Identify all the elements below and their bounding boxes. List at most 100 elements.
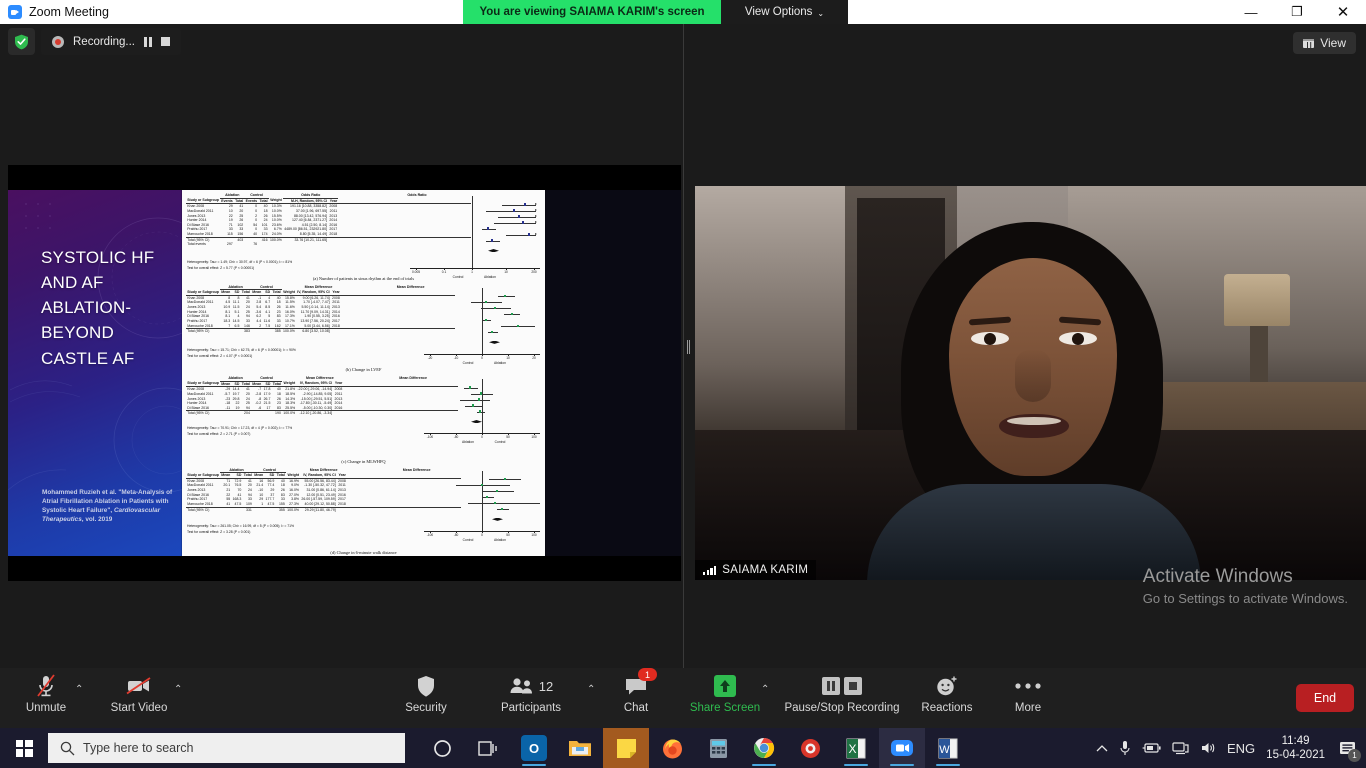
maximize-button[interactable]: ❐ [1274, 0, 1320, 24]
close-button[interactable]: ✕ [1320, 0, 1366, 24]
heterogeneity-text: Heterogeneity: Tau² = 1.49; Chi² = 30.97… [187, 260, 293, 264]
shield-check-icon[interactable] [8, 28, 35, 55]
title-bar-left: Zoom Meeting [0, 5, 109, 19]
word-icon[interactable]: W [925, 728, 971, 768]
shared-content-frame: SYSTOLIC HF AND AF ABLATION- BEYOND CAST… [8, 165, 681, 581]
minimize-button[interactable]: — [1228, 0, 1274, 24]
zoom-toolbar: Unmute ⌃ Start Video ⌃ Security 12 Parti… [0, 668, 1366, 728]
slide-title: SYSTOLIC HF AND AF ABLATION- BEYOND CAST… [41, 248, 155, 368]
share-screen-up-arrow-icon [714, 672, 736, 700]
search-icon [60, 741, 75, 755]
chrome-icon[interactable] [741, 728, 787, 768]
pause-recording-button[interactable] [144, 36, 153, 47]
overall-effect-text: Test for overall effect: Z = 2.71 (P = 0… [187, 432, 251, 436]
security-label: Security [405, 702, 447, 714]
chat-button[interactable]: 1 Chat [610, 668, 662, 724]
excel-icon[interactable]: X [833, 728, 879, 768]
chat-unread-badge: 1 [638, 668, 657, 681]
taskbar-pinned-apps: O X W [419, 728, 971, 768]
firefox-icon[interactable] [649, 728, 695, 768]
reactions-button[interactable]: Reactions [912, 672, 982, 724]
ellipsis-icon [1014, 672, 1042, 700]
microphone-muted-icon [36, 672, 56, 700]
view-options-label: View Options [744, 6, 813, 18]
system-tray: ENG 11:49 15-04-2021 1 [1096, 728, 1366, 768]
screen-share-banner: You are viewing SAIAMA KARIM's screen [463, 0, 721, 24]
language-indicator[interactable]: ENG [1227, 741, 1255, 756]
overall-effect-text: Test for overall effect: Z = 3.28 (P = 0… [187, 529, 251, 534]
chat-label: Chat [623, 702, 649, 714]
forest-plot-c-graph: -100 -50 0 50 100 Ablation Control [424, 379, 540, 459]
cortana-circle-icon[interactable] [419, 728, 465, 768]
heterogeneity-text: Heterogeneity: Tau² = 261.05; Chi² = 16.… [187, 523, 295, 528]
view-button[interactable]: View [1293, 32, 1356, 54]
gallery-view-icon [1303, 38, 1315, 48]
forest-plot-d: Ablation Control Mean Difference Mean Di… [182, 465, 545, 557]
citation-part-2: , vol. 2019 [81, 516, 113, 524]
recording-status-pill: Recording... [41, 28, 182, 55]
task-view-icon[interactable] [465, 728, 511, 768]
share-screen-button[interactable]: Share Screen [690, 672, 760, 724]
chat-bubble-icon: 1 [624, 668, 657, 700]
end-meeting-button[interactable]: End [1296, 684, 1354, 712]
share-options-chevron-icon[interactable]: ⌃ [761, 684, 769, 695]
calculator-icon[interactable] [695, 728, 741, 768]
overall-effect-text: Test for overall effect: Z = 5.77 (P < 0… [187, 266, 255, 270]
action-center-icon[interactable]: 1 [1336, 737, 1361, 762]
microphone-icon[interactable] [1119, 740, 1131, 756]
window-controls: — ❐ ✕ [1228, 0, 1366, 24]
reactions-label: Reactions [921, 702, 973, 714]
file-explorer-icon[interactable] [557, 728, 603, 768]
shield-icon [416, 672, 436, 700]
forest-plot-c: Ablation Control Mean Difference Mean Di… [182, 373, 545, 465]
start-video-button[interactable]: Start Video [108, 672, 170, 724]
show-hidden-icons-chevron[interactable] [1096, 744, 1108, 753]
table-total-row: Total (95% CI) 204 190 100.0% -12.10 [-20.86… [187, 411, 333, 416]
search-input[interactable]: Type here to search [48, 733, 405, 763]
heterogeneity-text: Heterogeneity: Tau² = 15.71; Chi² = 62.7… [187, 347, 296, 352]
view-button-label: View [1320, 36, 1346, 50]
outlook-icon[interactable]: O [511, 728, 557, 768]
sticky-notes-icon[interactable] [603, 728, 649, 768]
activate-windows-watermark: Activate Windows Go to Settings to activ… [1143, 566, 1348, 606]
start-video-label: Start Video [110, 702, 168, 714]
forest-plot-b: Ablation Control Mean Difference Mean Di… [182, 282, 545, 374]
zoom-icon[interactable] [879, 728, 925, 768]
volume-icon[interactable] [1200, 741, 1216, 755]
unmute-button[interactable]: Unmute [22, 672, 70, 724]
participant-name: SAIAMA KARIM [722, 564, 809, 576]
audio-options-chevron-icon[interactable]: ⌃ [75, 684, 83, 695]
forest-plot-a-graph: 0.005 0.1 1 10 200 Control Ablation [410, 196, 540, 279]
app-title: Zoom Meeting [29, 5, 109, 19]
more-button[interactable]: More [998, 672, 1058, 724]
chevron-down-icon: ⌄ [817, 8, 825, 18]
participants-options-chevron-icon[interactable]: ⌃ [587, 684, 595, 695]
taskbar-clock[interactable]: 11:49 15-04-2021 [1266, 734, 1325, 763]
view-options-button[interactable]: View Options ⌄ [721, 0, 848, 24]
participants-button[interactable]: 12 Participants [495, 672, 567, 724]
stop-recording-button[interactable] [161, 37, 171, 46]
security-button[interactable]: Security [396, 672, 456, 724]
participant-name-bar: SAIAMA KARIM [695, 560, 817, 580]
forest-plot-d-graph: -100 -50 0 50 100 Control Ablation [424, 470, 540, 551]
pause-stop-recording-button[interactable]: Pause/Stop Recording [772, 672, 912, 724]
recording-bar: Recording... [8, 28, 182, 55]
participants-label: Participants [500, 702, 562, 714]
red-app-icon[interactable] [787, 728, 833, 768]
forest-plot-a: Ablation Control Odds Ratio Odds Ratio S… [182, 190, 545, 282]
windows-start-icon[interactable] [0, 728, 48, 768]
battery-icon[interactable] [1142, 742, 1161, 754]
forest-plot-figure-sheet: Ablation Control Odds Ratio Odds Ratio S… [182, 190, 545, 556]
video-options-chevron-icon[interactable]: ⌃ [174, 684, 182, 695]
recording-indicator-icon [52, 35, 64, 48]
svg-text:X: X [848, 742, 856, 756]
forest-table-b: Ablation Control Mean Difference Mean Di… [186, 284, 456, 334]
figure-caption-d: (d) Change in 6-minute walk distance [330, 550, 397, 555]
activate-windows-title: Activate Windows [1142, 566, 1293, 587]
svg-text:W: W [939, 744, 950, 756]
shared-screen-pane[interactable]: SYSTOLIC HF AND AF ABLATION- BEYOND CAST… [0, 24, 683, 668]
table-total-row: Total (95% CI) 331 355 100.0% 29.29 [11.80, … [187, 507, 336, 512]
participant-video-tile[interactable]: SAIAMA KARIM [695, 186, 1366, 580]
network-icon[interactable] [1172, 741, 1189, 755]
heterogeneity-text: Heterogeneity: Tau² = 70.91; Chi² = 17.2… [187, 426, 293, 430]
